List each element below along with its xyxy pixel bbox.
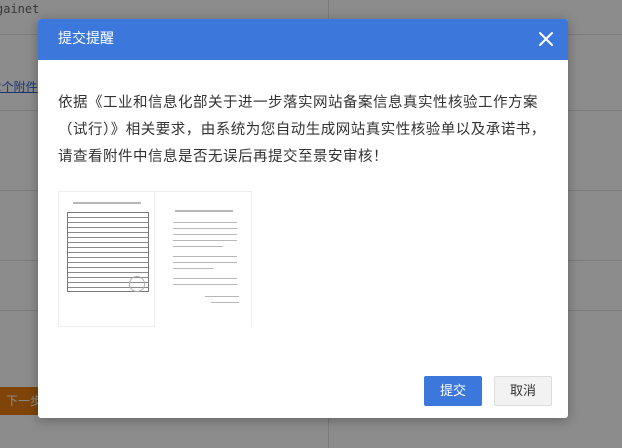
attachment-thumbnails [58,191,548,327]
verification-form-thumbnail[interactable] [58,191,155,327]
close-icon[interactable] [536,29,556,49]
submit-button[interactable]: 提交 [423,376,482,406]
cancel-button[interactable]: 取消 [493,376,552,406]
dialog-footer: 提交 取消 [423,376,552,406]
submit-reminder-dialog: 提交提醒 依据《工业和信息化部关于进一步落实网站备案信息真实性核验工作方案（试行… [38,19,568,418]
commitment-letter-thumbnail[interactable] [155,191,252,327]
notice-message: 依据《工业和信息化部关于进一步落实网站备案信息真实性核验工作方案（试行）》相关要… [58,95,546,165]
dialog-header: 提交提醒 [38,19,568,60]
dialog-body: 依据《工业和信息化部关于进一步落实网站备案信息真实性核验工作方案（试行）》相关要… [38,60,568,327]
dialog-title: 提交提醒 [58,31,114,47]
